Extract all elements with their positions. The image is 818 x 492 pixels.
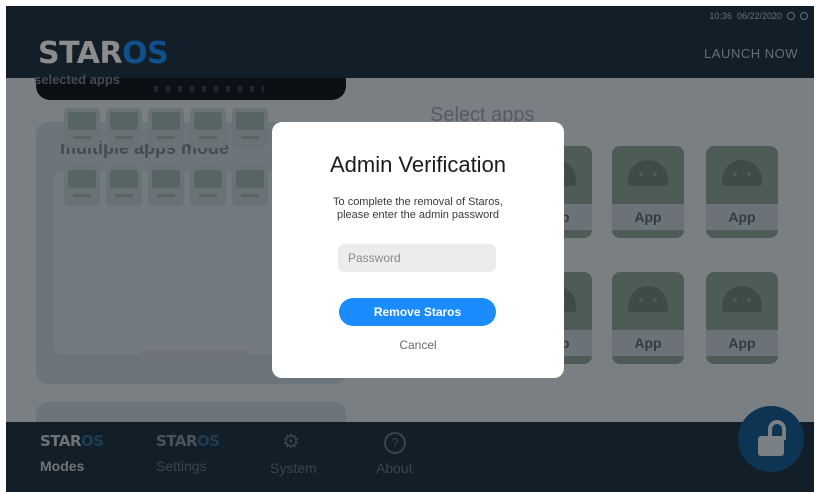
cancel-button[interactable]: Cancel [272,338,564,352]
password-input[interactable] [338,244,496,272]
dialog-message-line1: To complete the removal of Staros, [333,196,503,208]
remove-staros-button[interactable]: Remove Staros [339,298,496,326]
screen: STAROS 10:36 06/22/2020 LAUNCH NOW multi… [6,6,814,492]
admin-verification-dialog: Admin Verification To complete the remov… [272,122,564,378]
dialog-message: To complete the removal of Staros, pleas… [292,196,544,222]
dialog-title: Admin Verification [329,152,507,177]
dialog-message-line2: please enter the admin password [336,209,500,221]
